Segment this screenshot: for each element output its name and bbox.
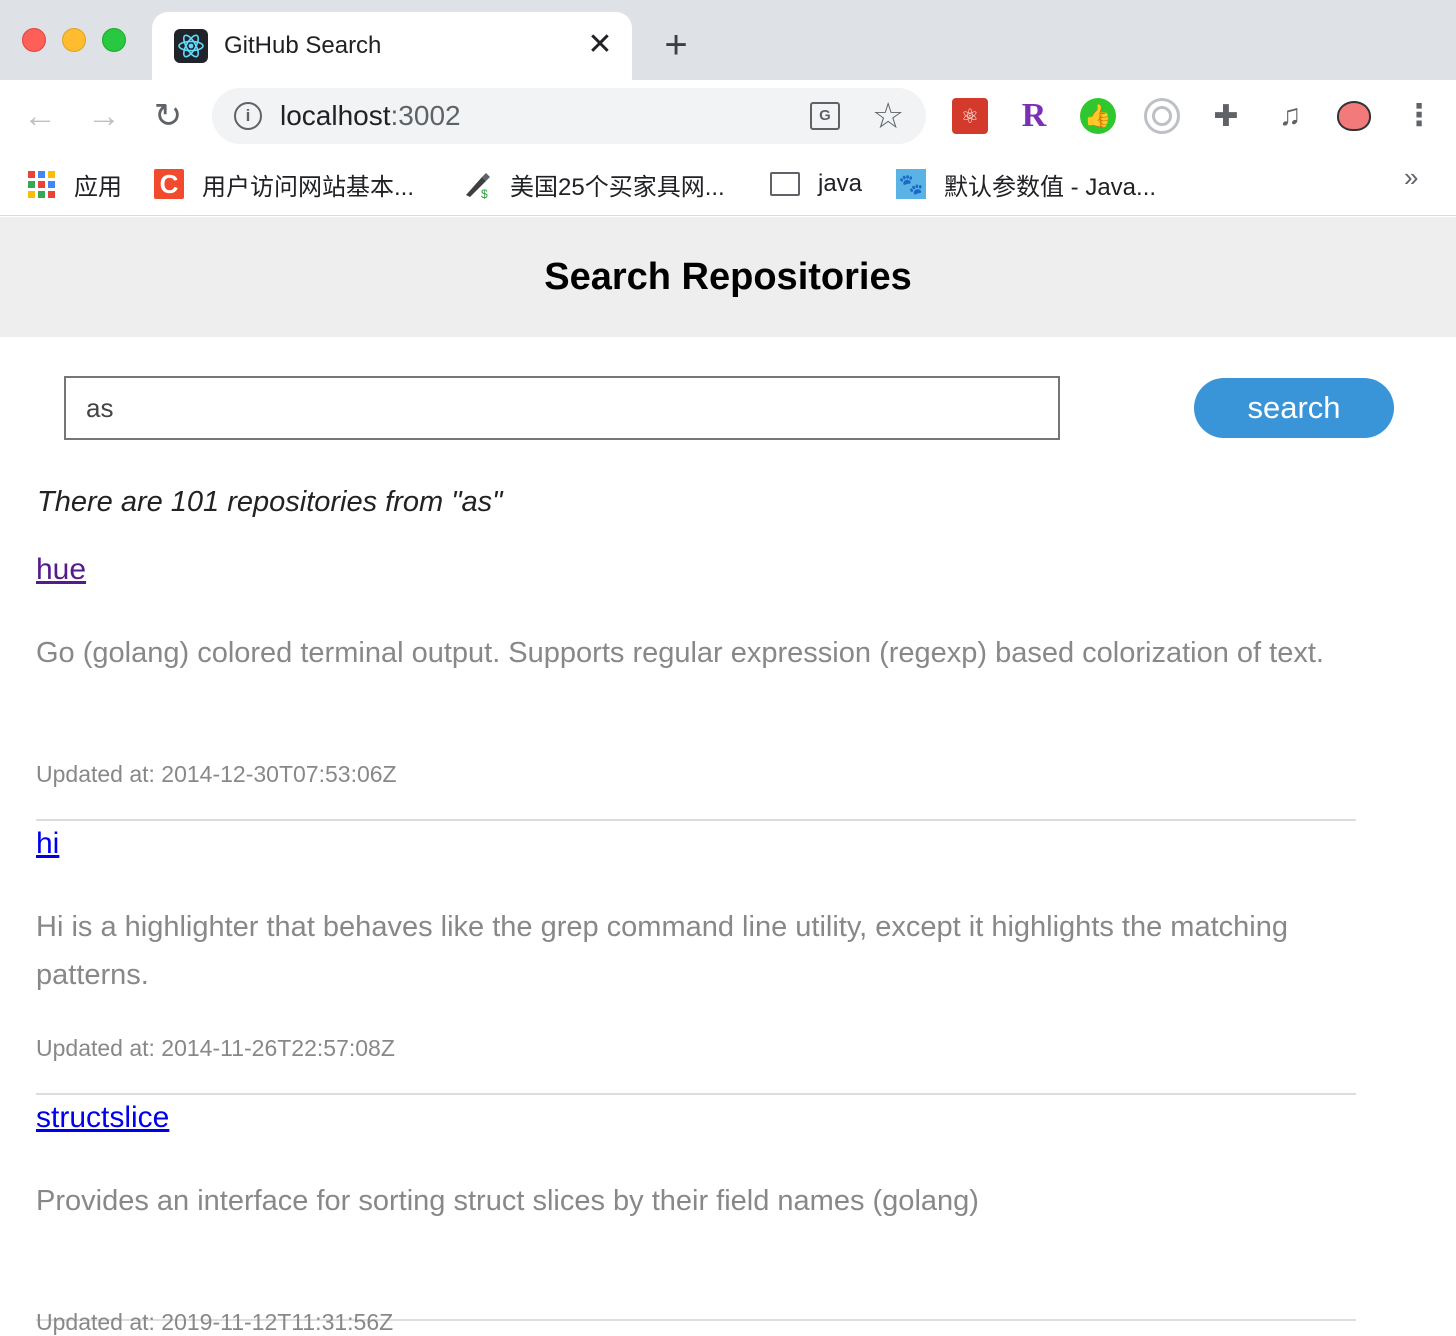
svg-text:$: $ bbox=[481, 187, 488, 199]
url-host: localhost bbox=[280, 100, 391, 131]
tab-strip: GitHub Search ✕ + bbox=[0, 0, 1456, 80]
react-devtools-extension-icon[interactable]: ⚛ bbox=[952, 98, 988, 134]
repo-description: Hi is a highlighter that behaves like th… bbox=[36, 911, 1288, 991]
profile-avatar-icon[interactable] bbox=[1336, 98, 1372, 134]
search-input[interactable] bbox=[64, 376, 1060, 440]
address-bar[interactable]: i localhost:3002 G ☆ bbox=[212, 88, 926, 144]
apps-grid-icon bbox=[26, 169, 56, 199]
back-arrow-icon[interactable]: ← bbox=[20, 96, 60, 136]
bookmark-apps[interactable]: 应用 bbox=[26, 164, 122, 204]
url-port: :3002 bbox=[390, 100, 461, 131]
bookmark-label: 美国25个买家具网... bbox=[510, 173, 725, 201]
reload-icon[interactable]: ↻ bbox=[148, 96, 188, 136]
url-text: localhost:3002 bbox=[280, 100, 461, 132]
list-item: hi Hi is a highlighter that behaves like… bbox=[36, 821, 1356, 1095]
results-list: hue Go (golang) colored terminal output.… bbox=[36, 547, 1356, 1335]
maximize-window-button[interactable] bbox=[102, 28, 126, 52]
repo-link[interactable]: hi bbox=[36, 827, 59, 861]
tab-github-search[interactable]: GitHub Search ✕ bbox=[152, 12, 632, 80]
thumbs-up-extension-icon[interactable]: 👍 bbox=[1080, 98, 1116, 134]
media-control-icon[interactable]: ♫ bbox=[1272, 98, 1308, 134]
bookmark-default-params[interactable]: 🐾 默认参数值 - Java... bbox=[896, 164, 1156, 204]
r-extension-icon[interactable]: R bbox=[1016, 97, 1052, 134]
bookmark-label: 默认参数值 - Java... bbox=[944, 173, 1157, 201]
translate-icon[interactable]: G bbox=[810, 102, 840, 130]
c-logo-icon: C bbox=[154, 169, 184, 199]
dog-icon: 🐾 bbox=[896, 169, 926, 199]
tab-title: GitHub Search bbox=[224, 32, 382, 59]
record-extension-icon[interactable] bbox=[1144, 98, 1180, 134]
page-title: Search Repositories bbox=[544, 256, 912, 298]
search-button[interactable]: search bbox=[1194, 378, 1394, 438]
pen-dollar-icon: $ bbox=[462, 169, 492, 199]
page-content: Search Repositories search There are 101… bbox=[0, 217, 1456, 1335]
repo-description: Provides an interface for sorting struct… bbox=[36, 1185, 979, 1217]
browser-toolbar: ← → ↻ i localhost:3002 G ☆ ⚛ R 👍 ✚ ♫ ⋮ bbox=[0, 80, 1456, 152]
forward-arrow-icon[interactable]: → bbox=[84, 96, 124, 136]
site-info-icon[interactable]: i bbox=[234, 102, 262, 130]
repo-link[interactable]: structslice bbox=[36, 1101, 169, 1135]
list-item: hue Go (golang) colored terminal output.… bbox=[36, 547, 1356, 821]
bookmark-furniture[interactable]: $ 美国25个买家具网... bbox=[462, 164, 725, 204]
bookmark-site-visits[interactable]: C 用户访问网站基本... bbox=[154, 164, 414, 204]
react-icon bbox=[174, 29, 208, 63]
repo-updated: Updated at: 2014-11-26T22:57:08Z bbox=[36, 1035, 395, 1061]
bookmark-label: 用户访问网站基本... bbox=[202, 173, 415, 201]
bookmark-folder-java[interactable]: java bbox=[770, 164, 862, 204]
folder-icon bbox=[770, 169, 800, 199]
bookmark-label: java bbox=[818, 170, 863, 197]
bookmark-label: 应用 bbox=[74, 173, 122, 201]
minimize-window-button[interactable] bbox=[62, 28, 86, 52]
puzzle-extensions-icon[interactable]: ✚ bbox=[1208, 98, 1244, 134]
bookmark-star-icon[interactable]: ☆ bbox=[872, 94, 904, 138]
repo-link[interactable]: hue bbox=[36, 553, 86, 587]
close-window-button[interactable] bbox=[22, 28, 46, 52]
bookmarks-overflow-icon[interactable]: » bbox=[1404, 162, 1418, 193]
repo-updated: Updated at: 2014-12-30T07:53:06Z bbox=[36, 761, 397, 787]
bookmarks-bar: 应用 C 用户访问网站基本... $ 美国25个买家具网... java 🐾 默… bbox=[0, 152, 1456, 216]
list-item: structslice Provides an interface for so… bbox=[36, 1095, 1356, 1335]
page-header: Search Repositories bbox=[0, 217, 1456, 337]
repo-updated: Updated at: 2019-11-12T11:31:56Z bbox=[36, 1309, 394, 1335]
browser-menu-icon[interactable]: ⋮ bbox=[1404, 98, 1434, 134]
tab-close-icon[interactable]: ✕ bbox=[584, 26, 616, 64]
new-tab-button[interactable]: + bbox=[656, 25, 696, 66]
repo-description: Go (golang) colored terminal output. Sup… bbox=[36, 637, 1324, 669]
result-count: There are 101 repositories from "as" bbox=[37, 486, 503, 518]
